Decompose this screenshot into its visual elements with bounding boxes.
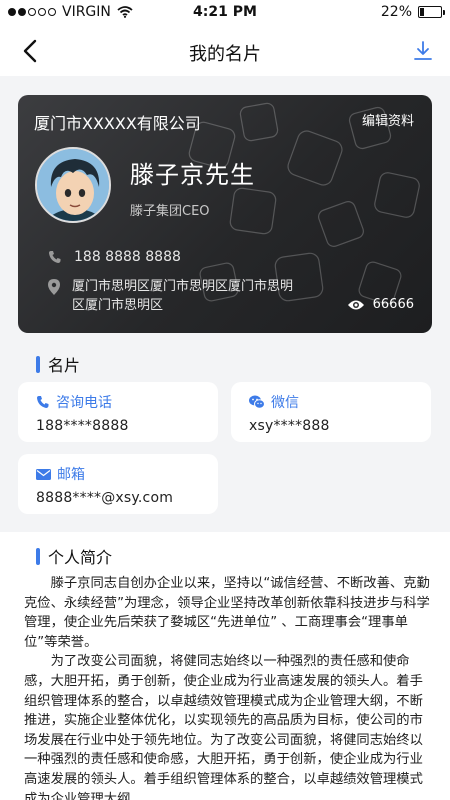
company-name: 厦门市XXXXX有限公司: [34, 114, 201, 133]
intro-section-label: 个人简介: [48, 548, 113, 567]
download-icon[interactable]: [412, 39, 434, 63]
status-bar: VIRGIN 4:21 PM 22%: [0, 0, 450, 26]
intro-section-title: 个人简介: [36, 544, 112, 568]
intro-paragraph: 滕子京同志自创办企业以来，坚持以“诚信经营、不断改善、克勤克俭、永续经营”为理念…: [24, 576, 430, 650]
contact-wechat-label-row: 微信: [249, 392, 431, 412]
contact-wechat-box[interactable]: 微信 xsy****888: [231, 382, 431, 442]
contact-email-label: 邮箱: [57, 467, 85, 483]
location-icon: [48, 279, 60, 295]
wechat-icon: [249, 395, 265, 409]
contact-phone-value: 188****8888: [36, 418, 129, 434]
nav-bar: 我的名片: [0, 26, 450, 76]
contact-email-box[interactable]: 邮箱 8888****@xsy.com: [18, 454, 218, 514]
battery-percent: 22%: [380, 4, 412, 20]
business-card[interactable]: 厦门市XXXXX有限公司 编辑资料 滕子京先生 滕子集团CEO 188 8888…: [18, 95, 432, 333]
section-marker: [36, 355, 40, 373]
avatar[interactable]: [35, 147, 111, 223]
eye-icon: [347, 300, 364, 309]
person-position: 滕子集团CEO: [130, 204, 210, 219]
contact-section-title: 名片: [36, 352, 80, 376]
phone-icon: [37, 396, 49, 408]
section-marker: [36, 547, 40, 565]
phone-icon: [49, 251, 61, 263]
edit-profile-link[interactable]: 编辑资料: [362, 110, 414, 129]
page-title: 我的名片: [189, 44, 261, 65]
card-address: 厦门市思明区厦门市思明区厦门市思明区厦门市思明区: [72, 279, 294, 313]
view-count-value: 66666: [372, 297, 414, 312]
intro-paragraph: 为了改变公司面貌，将健同志始终以一种强烈的责任感和使命感，大胆开拓，勇于创新，使…: [24, 654, 423, 800]
status-right: 22%: [380, 4, 445, 20]
intro-text: 滕子京同志自创办企业以来，坚持以“诚信经营、不断改善、克勤克俭、永续经营”为理念…: [24, 574, 430, 800]
contact-phone-label-row: 咨询电话: [36, 392, 218, 412]
card-phone-number: 188 8888 8888: [74, 249, 181, 265]
contact-email-label-row: 邮箱: [36, 464, 218, 484]
contact-section-label: 名片: [48, 356, 81, 375]
person-name: 滕子京先生: [130, 161, 255, 189]
intro-section: 个人简介 滕子京同志自创办企业以来，坚持以“诚信经营、不断改善、克勤克俭、永续经…: [0, 532, 450, 800]
avatar-illustration: [37, 149, 109, 221]
battery-icon: [418, 6, 445, 18]
card-address-row: 厦门市思明区厦门市思明区厦门市思明区厦门市思明区: [48, 277, 302, 315]
mail-icon: [36, 468, 51, 480]
view-count: 66666: [347, 297, 414, 312]
contact-wechat-label: 微信: [271, 395, 299, 411]
contact-phone-label: 咨询电话: [56, 395, 112, 411]
contact-email-value: 8888****@xsy.com: [36, 490, 174, 506]
card-phone-row[interactable]: 188 8888 8888: [48, 249, 181, 265]
contact-wechat-value: xsy****888: [249, 418, 330, 434]
contact-phone-box[interactable]: 咨询电话 188****8888: [18, 382, 218, 442]
